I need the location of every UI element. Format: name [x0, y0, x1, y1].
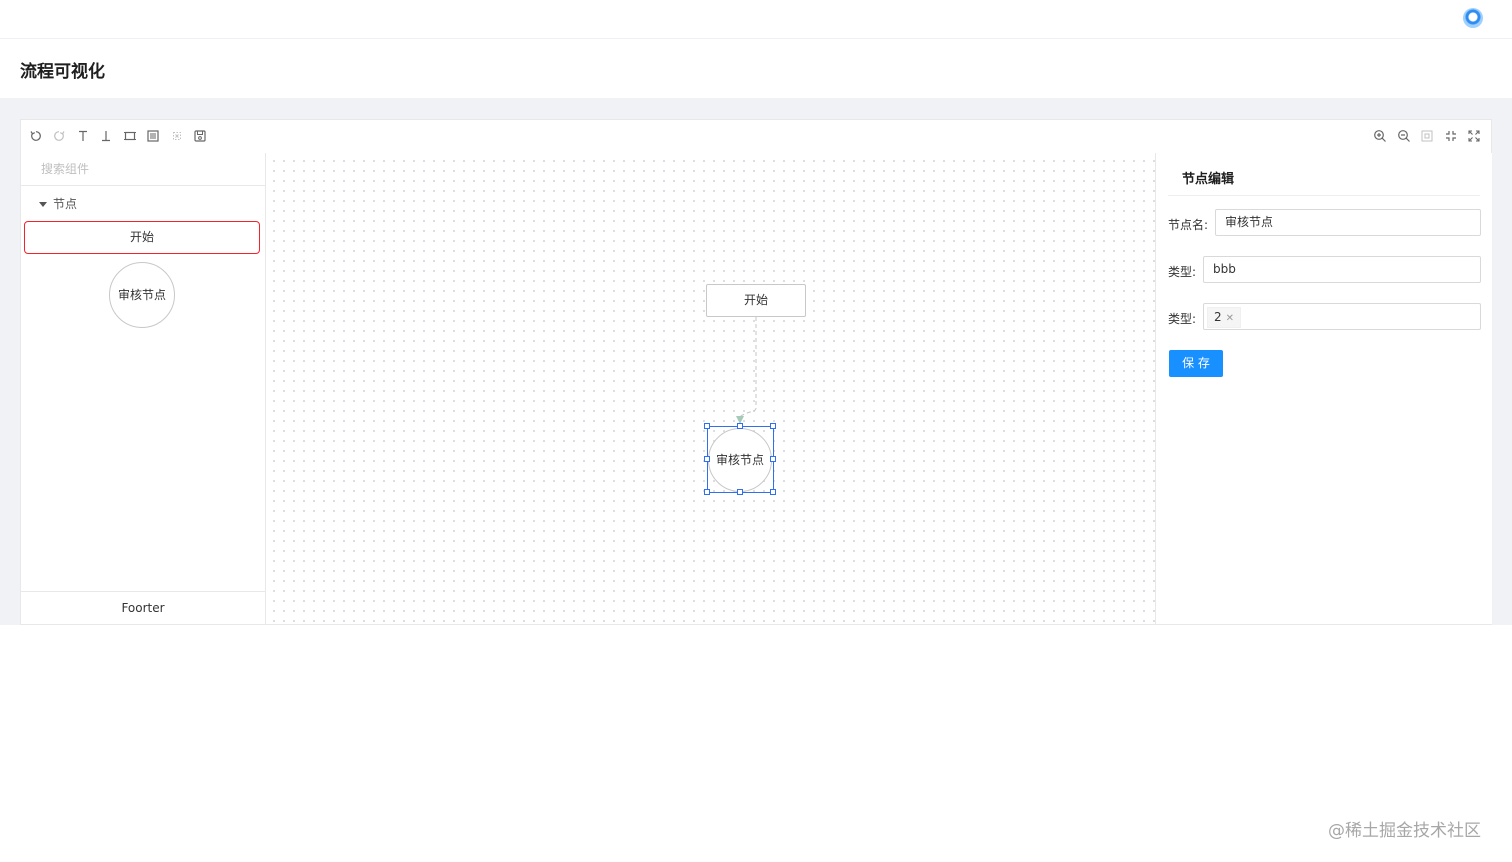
stencil-group-header[interactable]: 节点 — [39, 195, 77, 212]
page-header — [0, 39, 1512, 98]
type-select-label: 类型: — [1168, 312, 1197, 326]
selection-box[interactable] — [704, 423, 776, 495]
node-name-input[interactable]: 审核节点 — [1215, 209, 1481, 236]
zoom-out-icon[interactable] — [1397, 129, 1411, 143]
resize-handle[interactable] — [770, 489, 776, 495]
watermark: @稀土掘金技术社区 — [1328, 821, 1481, 841]
fit-content-icon[interactable] — [123, 129, 137, 143]
shrink-icon[interactable] — [1444, 129, 1458, 143]
content-background-right — [1492, 119, 1512, 625]
edge-start-to-audit[interactable] — [266, 153, 1155, 624]
send-to-back-icon[interactable] — [99, 129, 113, 143]
type-label: 类型: — [1168, 265, 1197, 279]
caret-down-icon — [39, 202, 47, 207]
type-multi-select[interactable]: 2 ✕ — [1203, 303, 1481, 330]
resize-handle[interactable] — [704, 489, 710, 495]
toolbar — [21, 120, 1491, 154]
save-button[interactable]: 保 存 — [1169, 350, 1223, 377]
stencil-footer: Foorter — [21, 591, 265, 625]
redo-icon[interactable] — [52, 129, 66, 143]
clear-icon[interactable] — [170, 129, 184, 143]
resize-handle[interactable] — [704, 423, 710, 429]
resize-handle[interactable] — [770, 423, 776, 429]
save-icon[interactable] — [193, 129, 207, 143]
graph-canvas[interactable]: 开始 审核节点 — [266, 153, 1155, 624]
resize-handle[interactable] — [770, 456, 776, 462]
selected-tag: 2 ✕ — [1207, 307, 1242, 328]
expand-icon[interactable] — [1467, 129, 1481, 143]
panel-title: 节点编辑 — [1182, 172, 1235, 187]
stencil-panel: 节点 开始 审核节点 Foorter — [21, 153, 266, 624]
stencil-item-start[interactable]: 开始 — [24, 221, 260, 254]
resize-handle[interactable] — [704, 456, 710, 462]
node-name-label: 节点名: — [1168, 218, 1209, 232]
zoom-in-icon[interactable] — [1373, 129, 1387, 143]
full-view-icon[interactable] — [146, 129, 160, 143]
bring-to-front-icon[interactable] — [76, 129, 90, 143]
stencil-group-label: 节点 — [53, 197, 78, 211]
content-background-left — [0, 119, 20, 625]
fit-view-icon[interactable] — [1420, 129, 1434, 143]
close-icon[interactable]: ✕ — [1226, 313, 1234, 324]
stencil-item-audit[interactable]: 审核节点 — [109, 262, 175, 328]
canvas-node-start[interactable]: 开始 — [706, 284, 806, 317]
stencil-search — [21, 153, 265, 186]
undo-icon[interactable] — [29, 129, 43, 143]
type-input[interactable]: bbb — [1203, 256, 1481, 283]
user-avatar-icon[interactable] — [1463, 8, 1483, 28]
content-background — [0, 98, 1512, 119]
flow-editor: 节点 开始 审核节点 Foorter 开始 审核节点 节点编辑 节点名: 审核节… — [20, 119, 1492, 625]
page-title: 流程可视化 — [20, 62, 105, 82]
top-bar — [0, 0, 1512, 39]
search-input[interactable] — [39, 153, 243, 185]
node-edit-panel: 节点编辑 节点名: 审核节点 类型: bbb 类型: 2 ✕ 保 存 — [1155, 153, 1492, 624]
resize-handle[interactable] — [737, 489, 743, 495]
resize-handle[interactable] — [737, 423, 743, 429]
tag-label: 2 — [1214, 310, 1222, 324]
divider — [1168, 195, 1480, 196]
